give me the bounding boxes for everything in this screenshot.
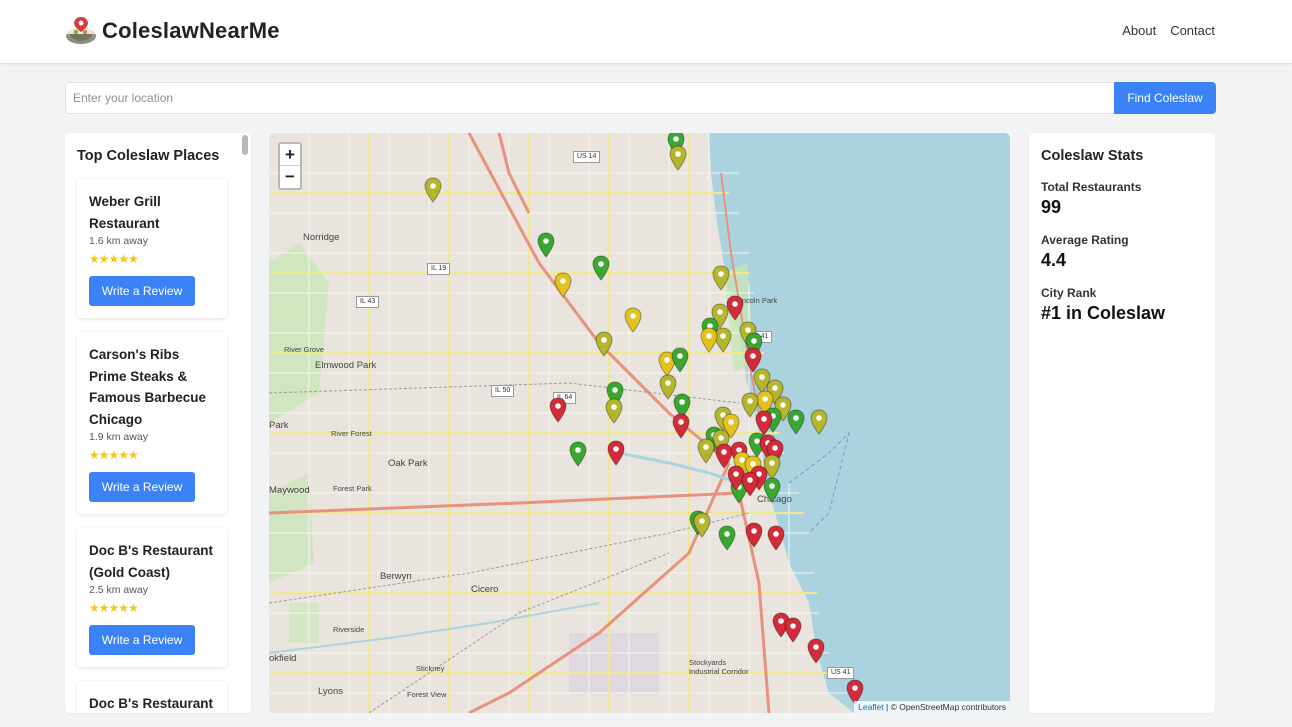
find-coleslaw-button[interactable]: Find Coleslaw	[1114, 82, 1216, 114]
restaurant-marker-pin-icon[interactable]	[672, 413, 690, 439]
header: ColeslawNearMe About Contact	[0, 0, 1292, 64]
average-rating-value: 4.4	[1041, 250, 1067, 270]
restaurant-marker-pin-icon[interactable]	[554, 272, 572, 298]
city-rank-value: #1 in Coleslaw	[1041, 303, 1166, 323]
restaurant-marker-pin-icon[interactable]	[605, 398, 623, 424]
restaurant-marker-pin-icon[interactable]	[712, 265, 730, 291]
place-distance: 1.9 km away	[89, 431, 148, 443]
route-shield: US 41	[827, 667, 855, 679]
place-card: Doc B's Restaurant	[77, 681, 227, 713]
restaurant-marker-pin-icon[interactable]	[700, 327, 718, 353]
restaurant-marker-pin-icon[interactable]	[537, 232, 555, 258]
map-label-river-grove: River Grove	[284, 345, 325, 354]
places-list: Weber Grill Restaurant 1.6 km away ★★★★★…	[77, 179, 227, 713]
map-label-berwyn: Berwyn	[380, 571, 412, 582]
zoom-out-button[interactable]: −	[280, 166, 300, 188]
top-nav: About Contact	[1122, 23, 1215, 38]
nav-about-link[interactable]: About	[1122, 23, 1156, 38]
restaurant-marker-pin-icon[interactable]	[745, 522, 763, 548]
osm-attribution: | © OpenStreetMap contributors	[883, 702, 1006, 712]
average-rating-label: Average Rating	[1041, 233, 1129, 247]
zoom-in-button[interactable]: +	[280, 144, 300, 166]
map-label-brookfield: okfield	[269, 653, 297, 664]
map-label-riverside: Riverside	[333, 625, 365, 634]
place-distance: 2.5 km away	[89, 584, 148, 596]
sidebar-title: Top Coleslaw Places	[77, 148, 220, 164]
restaurant-marker-pin-icon[interactable]	[424, 177, 442, 203]
place-name: Doc B's Restaurant (Gold Coast)	[89, 543, 213, 580]
place-card: Weber Grill Restaurant 1.6 km away ★★★★★…	[77, 179, 227, 318]
place-distance: 1.6 km away	[89, 235, 148, 247]
write-review-button[interactable]: Write a Review	[89, 625, 195, 655]
route-shield: IL 43	[356, 296, 380, 308]
restaurant-marker-pin-icon[interactable]	[549, 397, 567, 423]
map-label-forest-view: Forest View	[407, 690, 447, 699]
restaurant-marker-pin-icon[interactable]	[569, 441, 587, 467]
brand[interactable]: ColeslawNearMe	[64, 14, 280, 48]
write-review-button[interactable]: Write a Review	[89, 472, 195, 502]
restaurant-marker-pin-icon[interactable]	[671, 347, 689, 373]
total-restaurants-value: 99	[1041, 197, 1062, 217]
restaurant-marker-pin-icon[interactable]	[807, 638, 825, 664]
place-card: Doc B's Restaurant (Gold Coast) 2.5 km a…	[77, 528, 227, 667]
map-label-elmwood-park: Elmwood Park	[315, 360, 377, 371]
map-tiles	[269, 133, 1010, 713]
map-label-park: Park	[269, 420, 289, 431]
sidebar-scrollbar[interactable]	[242, 135, 248, 155]
city-rank-label: City Rank	[1041, 286, 1097, 300]
route-shield: IL 50	[491, 385, 515, 397]
restaurant-marker-pin-icon[interactable]	[784, 617, 802, 643]
rating-stars: ★★★★★	[89, 601, 139, 615]
map-label-maywood: Maywood	[269, 485, 310, 496]
map-label-oak-park: Oak Park	[388, 458, 428, 469]
leaflet-link[interactable]: Leaflet	[858, 702, 884, 712]
restaurant-marker-pin-icon[interactable]	[697, 438, 715, 464]
place-name: Carson's Ribs Prime Steaks & Famous Barb…	[89, 347, 207, 427]
restaurant-marker-pin-icon[interactable]	[763, 477, 781, 503]
restaurant-marker-pin-icon[interactable]	[787, 409, 805, 435]
coleslaw-map[interactable]: Norridge Elmwood Park River Grove River …	[269, 133, 1010, 713]
map-label-river-forest: River Forest	[331, 429, 372, 438]
restaurant-marker-pin-icon[interactable]	[741, 471, 759, 497]
restaurant-marker-pin-icon[interactable]	[607, 440, 625, 466]
restaurant-marker-pin-icon[interactable]	[693, 512, 711, 538]
map-label-lyons: Lyons	[318, 686, 343, 697]
restaurant-marker-pin-icon[interactable]	[592, 255, 610, 281]
top-places-sidebar: Top Coleslaw Places Weber Grill Restaura…	[65, 133, 251, 713]
rating-stars: ★★★★★	[89, 252, 139, 266]
coleslaw-stats-panel: Coleslaw Stats Total Restaurants 99 Aver…	[1029, 133, 1215, 713]
route-shield: US 14	[573, 151, 601, 163]
total-restaurants-label: Total Restaurants	[1041, 180, 1142, 194]
restaurant-marker-pin-icon[interactable]	[810, 409, 828, 435]
route-shield: IL 19	[427, 263, 451, 275]
restaurant-marker-pin-icon[interactable]	[624, 307, 642, 333]
stats-title: Coleslaw Stats	[1041, 148, 1144, 164]
place-card: Carson's Ribs Prime Steaks & Famous Barb…	[77, 332, 227, 514]
map-label-norridge: Norridge	[303, 232, 340, 243]
map-label-cicero: Cicero	[471, 584, 499, 595]
map-label-stockyards: Stockyards Industrial Corridor	[689, 658, 749, 676]
map-label-stickney: Stickney	[416, 664, 445, 673]
restaurant-marker-pin-icon[interactable]	[595, 331, 613, 357]
restaurant-marker-pin-icon[interactable]	[718, 525, 736, 551]
restaurant-marker-pin-icon[interactable]	[669, 145, 687, 171]
write-review-button[interactable]: Write a Review	[89, 276, 195, 306]
coleslaw-bowl-logo-icon	[64, 14, 98, 48]
place-name: Doc B's Restaurant	[89, 696, 213, 711]
location-input[interactable]	[65, 82, 1114, 114]
map-label-forest-park: Forest Park	[333, 484, 372, 493]
restaurant-marker-pin-icon[interactable]	[767, 525, 785, 551]
nav-contact-link[interactable]: Contact	[1170, 23, 1215, 38]
map-attribution: Leaflet | © OpenStreetMap contributors	[854, 701, 1010, 713]
zoom-control: + −	[278, 142, 302, 190]
app-name: ColeslawNearMe	[102, 18, 280, 43]
place-name: Weber Grill Restaurant	[89, 194, 161, 231]
rating-stars: ★★★★★	[89, 448, 139, 462]
